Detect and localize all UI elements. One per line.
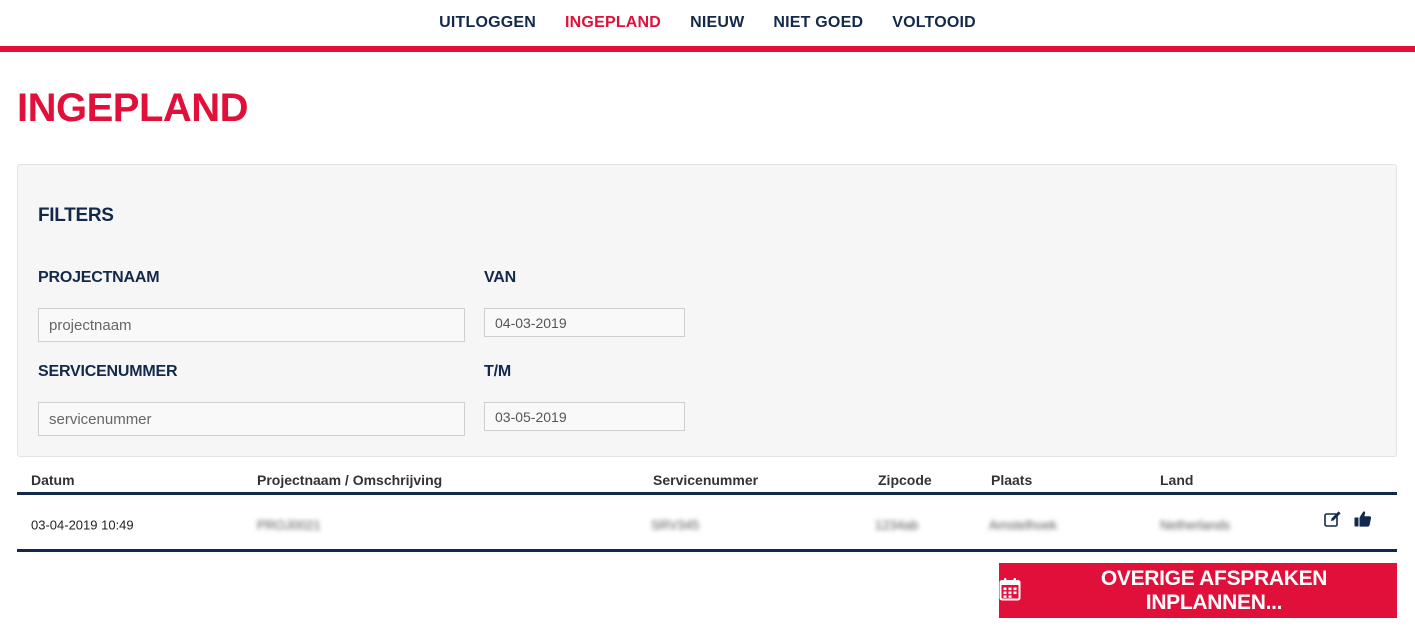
filters-title: FILTERS: [38, 205, 114, 226]
col-plaats: Plaats: [991, 472, 1033, 488]
calendar-icon: [999, 577, 1021, 604]
cell-land: Netherlands: [1160, 517, 1231, 533]
edit-icon[interactable]: [1323, 509, 1343, 529]
table-header: Datum Projectnaam / Omschrijving Service…: [17, 458, 1397, 495]
filters-panel: FILTERS PROJECTNAAM SERVICENUMMER VAN T/…: [17, 164, 1397, 457]
col-land: Land: [1160, 472, 1194, 488]
nav-nieuw[interactable]: NIEUW: [690, 0, 744, 46]
nav-ingepland[interactable]: INGEPLAND: [565, 0, 661, 46]
table-row[interactable]: 03-04-2019 10:49 PROJ0021 SRV345 1234ab …: [17, 495, 1397, 552]
col-projectnaam: Projectnaam / Omschrijving: [257, 472, 443, 488]
overige-afspraken-inplannen-button[interactable]: OVERIGE AFSPRAKEN INPLANNEN...: [999, 563, 1397, 618]
row-actions: [1323, 509, 1373, 529]
tm-label: T/M: [484, 363, 511, 380]
projectnaam-label: PROJECTNAAM: [38, 269, 160, 286]
nav-niet-goed[interactable]: NIET GOED: [773, 0, 863, 46]
projectnaam-input[interactable]: [38, 308, 465, 342]
thumbs-up-icon[interactable]: [1353, 509, 1373, 529]
nav-uitloggen[interactable]: UITLOGGEN: [439, 0, 536, 46]
cell-servicenummer: SRV345: [651, 517, 700, 533]
servicenummer-label: SERVICENUMMER: [38, 363, 178, 380]
col-servicenummer: Servicenummer: [653, 472, 759, 488]
cell-datum: 03-04-2019 10:49: [31, 517, 134, 533]
tm-date-input[interactable]: [484, 402, 685, 431]
nav-voltooid[interactable]: VOLTOOID: [892, 0, 976, 46]
cell-plaats: Amstelhoek: [989, 517, 1057, 533]
page-title: INGEPLAND: [17, 86, 249, 130]
servicenummer-input[interactable]: [38, 402, 465, 436]
appointments-table: Datum Projectnaam / Omschrijving Service…: [17, 458, 1397, 552]
col-zipcode: Zipcode: [878, 472, 932, 488]
col-datum: Datum: [31, 472, 75, 488]
cell-zipcode: 1234ab: [875, 517, 919, 533]
cta-label: OVERIGE AFSPRAKEN INPLANNEN...: [1100, 566, 1328, 614]
van-label: VAN: [484, 269, 516, 286]
cell-projectnaam: PROJ0021: [257, 517, 321, 533]
nav-accent-bar: [0, 46, 1415, 52]
top-navigation: UITLOGGEN INGEPLAND NIEUW NIET GOED VOLT…: [0, 0, 1415, 46]
van-date-input[interactable]: [484, 308, 685, 337]
